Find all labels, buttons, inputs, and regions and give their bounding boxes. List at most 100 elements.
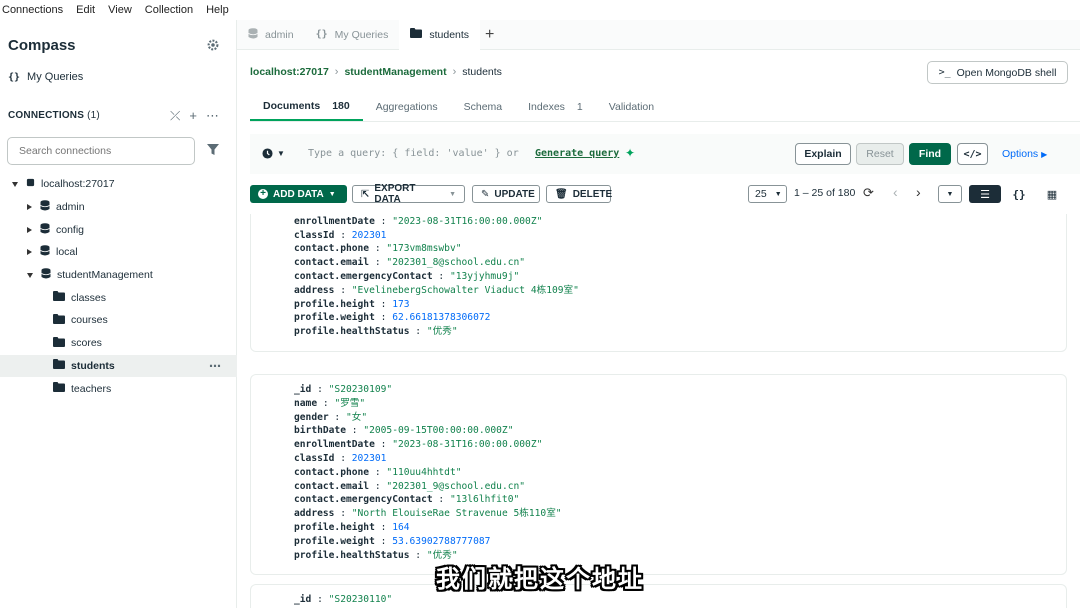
document-field[interactable]: contact.phone : "110uu4hhtdt": [251, 466, 1066, 480]
braces-icon: {}: [315, 29, 328, 40]
update-button[interactable]: ✎ UPDATE: [472, 185, 540, 203]
explain-button[interactable]: Explain: [795, 143, 851, 165]
document-card[interactable]: _id : "S20230109" name : "罗雪" gender : "女"…: [250, 374, 1067, 576]
field-value: 202301: [351, 229, 387, 241]
json-view-icon[interactable]: {}: [1003, 185, 1035, 203]
collection-tab-label: Indexes: [528, 101, 565, 113]
reset-button[interactable]: Reset: [856, 143, 904, 165]
document-field[interactable]: profile.weight : 53.63902788777087: [251, 535, 1066, 549]
menu-item[interactable]: Collection: [145, 4, 193, 16]
document-field[interactable]: profile.height : 164: [251, 521, 1066, 535]
prev-page-icon[interactable]: ‹: [893, 184, 898, 200]
field-value: "North ElouiseRae Stravenue 5栋110室": [351, 508, 562, 520]
document-field[interactable]: contact.emergencyContact : "13yjyhmu9j": [251, 270, 1066, 284]
document-field[interactable]: classId : 202301: [251, 229, 1066, 243]
collapse-all-icon[interactable]: ⤫: [170, 108, 180, 124]
tree-item[interactable]: admin: [0, 196, 237, 219]
collection-tab[interactable]: Documents 180: [250, 92, 363, 122]
tree-item[interactable]: studentManagement: [0, 264, 237, 287]
document-field[interactable]: classId : 202301: [251, 452, 1066, 466]
caret-down-icon[interactable]: [27, 272, 33, 278]
refresh-icon[interactable]: ⟳: [863, 185, 874, 201]
workspace-tab[interactable]: students: [399, 19, 481, 50]
caret-right-icon[interactable]: [27, 226, 32, 233]
document-field[interactable]: _id : "S20230110": [251, 593, 1066, 607]
collection-tab[interactable]: Aggregations: [363, 92, 451, 122]
delete-button[interactable]: 🗑 DELETE: [546, 185, 612, 203]
collection-tab[interactable]: Schema: [451, 92, 516, 122]
document-field[interactable]: birthDate : "2005-09-15T00:00:00.000Z": [251, 424, 1066, 438]
filter-icon[interactable]: [207, 144, 219, 156]
document-field[interactable]: enrollmentDate : "2023-08-31T16:00:00.00…: [251, 438, 1066, 452]
document-field[interactable]: profile.height : 173: [251, 298, 1066, 312]
tree-item[interactable]: courses: [0, 309, 237, 332]
menu-item[interactable]: Edit: [76, 4, 95, 16]
page-size-select[interactable]: 25 ▼: [748, 185, 787, 203]
field-value: "S20230109": [328, 384, 393, 395]
document-field[interactable]: gender : "女": [251, 411, 1066, 425]
tree-item[interactable]: students ⋯: [0, 354, 237, 378]
tree-item[interactable]: local: [0, 241, 237, 264]
document-field[interactable]: contact.email : "202301_9@school.edu.cn": [251, 480, 1066, 494]
update-label: UPDATE: [494, 188, 535, 200]
tree-item-label: studentManagement: [57, 269, 153, 282]
query-input[interactable]: Type a query: { field: 'value' } or: [308, 148, 519, 159]
more-options-icon[interactable]: ⋯: [209, 359, 221, 373]
tree-item-label: classes: [71, 291, 107, 304]
list-view-icon[interactable]: ☰: [969, 185, 1001, 203]
tree-item[interactable]: classes: [0, 286, 237, 309]
document-field[interactable]: _id : "S20230109": [251, 383, 1066, 397]
open-shell-button[interactable]: >_ Open MongoDB shell: [927, 61, 1068, 84]
menu-item[interactable]: Help: [206, 4, 229, 16]
document-card[interactable]: birthDate : "2005-08-15T00:00:00.000Z"en…: [250, 214, 1067, 352]
table-view-icon[interactable]: ▦: [1036, 185, 1068, 203]
document-field[interactable]: profile.healthStatus : "优秀": [251, 325, 1066, 339]
generate-query-link[interactable]: Generate query: [535, 148, 619, 159]
export-data-button[interactable]: ⇱ EXPORT DATA ▼: [352, 183, 465, 205]
gear-icon[interactable]: [206, 38, 220, 52]
field-value: "13yjyhmu9j": [449, 270, 520, 282]
find-button[interactable]: Find: [909, 143, 951, 165]
collection-tab[interactable]: Validation: [596, 92, 667, 122]
document-field[interactable]: profile.weight : 62.66181378306072: [251, 311, 1066, 325]
more-options-icon[interactable]: ⋯: [206, 108, 219, 124]
menu-item[interactable]: Connections: [2, 4, 63, 16]
caret-down-icon[interactable]: [12, 181, 18, 187]
caret-down-icon: ▼: [328, 190, 336, 198]
document-field[interactable]: address : "North ElouiseRae Stravenue 5栋…: [251, 507, 1066, 521]
document-field[interactable]: name : "罗雪": [251, 397, 1066, 411]
document-field[interactable]: address : "EvelinebergSchowalter Viaduct…: [251, 284, 1066, 298]
options-toggle[interactable]: Options ▶: [1002, 148, 1047, 160]
tree-item[interactable]: localhost:27017: [0, 173, 237, 196]
tree-item[interactable]: scores: [0, 332, 237, 355]
breadcrumb-db[interactable]: studentManagement: [344, 66, 446, 78]
tree-item-label: local: [56, 246, 78, 259]
breadcrumb-host[interactable]: localhost:27017: [250, 66, 329, 78]
caret-right-icon[interactable]: [27, 204, 32, 211]
field-value: 164: [392, 521, 410, 533]
collection-tab[interactable]: Indexes 1: [515, 92, 596, 122]
workspace-tab[interactable]: admin: [237, 20, 305, 50]
caret-down-icon: ▼: [449, 190, 456, 198]
document-field[interactable]: contact.phone : "173vm8mswbv": [251, 242, 1066, 256]
document-field[interactable]: contact.email : "202301_8@school.edu.cn": [251, 256, 1066, 270]
document-field[interactable]: contact.emergencyContact : "13l6lhfit0": [251, 493, 1066, 507]
view-options-dropdown[interactable]: ▼: [938, 185, 962, 203]
code-icon[interactable]: </>: [957, 143, 988, 165]
document-field[interactable]: enrollmentDate : "2023-08-31T16:00:00.00…: [251, 215, 1066, 229]
query-history-button[interactable]: ▼: [262, 148, 285, 159]
workspace-tab[interactable]: {} My Queries: [305, 20, 400, 50]
next-page-icon[interactable]: ›: [916, 184, 921, 200]
add-data-button[interactable]: + ADD DATA ▼: [250, 185, 347, 203]
caret-right-icon[interactable]: [27, 249, 32, 256]
new-tab-icon[interactable]: +: [485, 26, 494, 44]
menu-item[interactable]: View: [108, 4, 132, 16]
export-icon: ⇱: [361, 188, 370, 200]
field-value: 62.66181378306072: [392, 312, 491, 324]
add-connection-icon[interactable]: +: [189, 108, 197, 124]
search-connections-input[interactable]: [7, 137, 195, 165]
my-queries-link[interactable]: {} My Queries: [8, 71, 83, 83]
field-value: "202301_8@school.edu.cn": [386, 257, 526, 269]
tree-item[interactable]: teachers: [0, 377, 237, 400]
tree-item[interactable]: config: [0, 218, 237, 241]
